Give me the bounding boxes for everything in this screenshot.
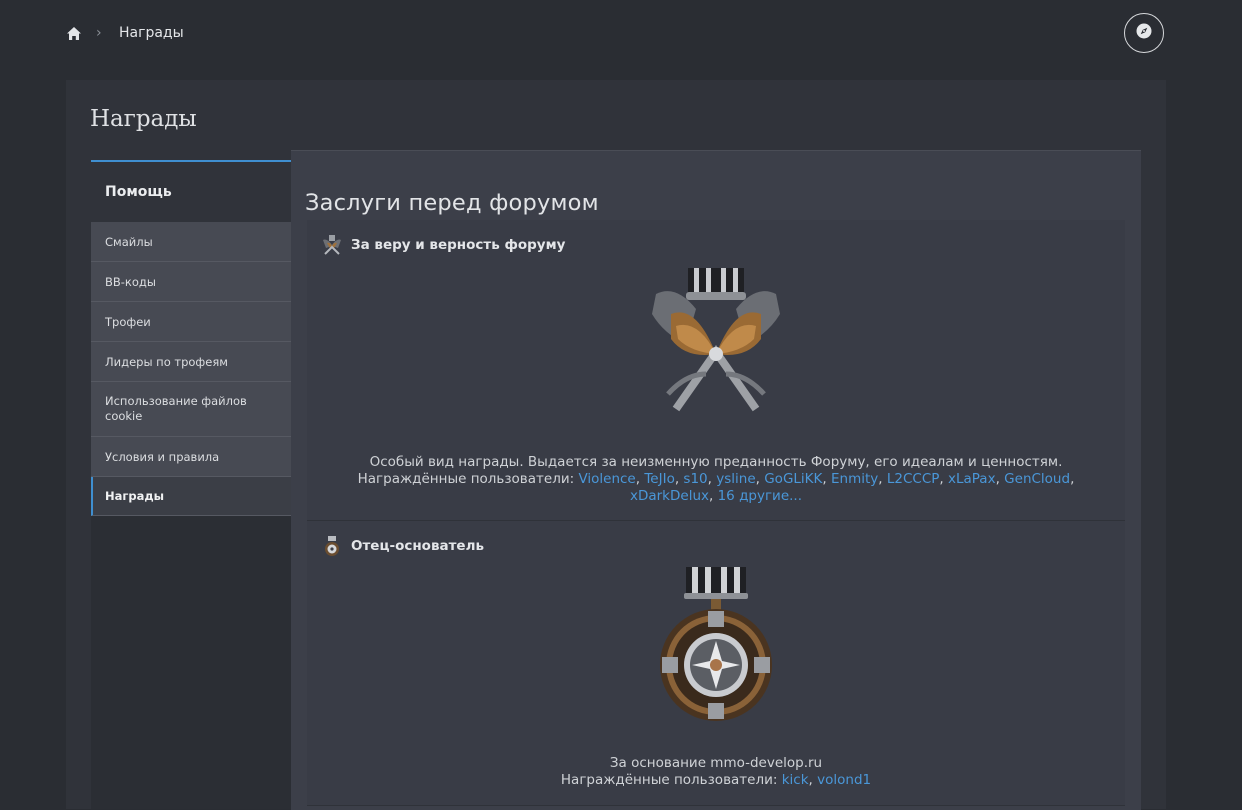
breadcrumb: › Награды <box>0 0 1242 70</box>
sidebar-item-label: Условия и правила <box>105 449 220 464</box>
award-header: За веру и верность форуму <box>321 234 565 256</box>
award-recipients: Награждённые пользователи: kick, volond1 <box>560 772 872 788</box>
recipients-label: Награждённые пользователи: <box>560 772 778 788</box>
sidebar-item-terms[interactable]: Условия и правила <box>91 437 291 477</box>
award-description: За основание mmo-develop.ru <box>609 755 823 771</box>
user-link[interactable]: Enmity <box>831 471 878 487</box>
page-title: Награды <box>90 106 197 132</box>
sidebar-item-smilies[interactable]: Смайлы <box>91 222 291 262</box>
home-icon[interactable] <box>66 26 82 42</box>
user-link[interactable]: volond1 <box>817 772 871 788</box>
sidebar-item-label: BB-коды <box>105 274 156 289</box>
sidebar-item-label: Смайлы <box>105 234 153 249</box>
user-link[interactable]: TeJIo <box>644 471 674 487</box>
sidebar-heading: Помощь <box>91 160 291 222</box>
recipients-label: Награждённые пользователи: <box>357 471 575 487</box>
user-link[interactable]: Violence <box>578 471 635 487</box>
sidebar-item-trophy-leaders[interactable]: Лидеры по трофеям <box>91 342 291 382</box>
compass-icon <box>1135 22 1153 44</box>
user-link[interactable]: kick <box>782 772 809 788</box>
award-recipients: Награждённые пользователи: Violence, TeJ… <box>357 471 1075 487</box>
user-link[interactable]: xLaPax <box>948 471 996 487</box>
award-icon <box>321 234 343 256</box>
user-link[interactable]: GenCloud <box>1004 471 1070 487</box>
user-link[interactable]: s10 <box>683 471 707 487</box>
sidebar-heading-label: Помощь <box>105 184 172 200</box>
user-link[interactable]: GoGLiKK <box>764 471 822 487</box>
award-description-block: Особый вид награды. Выдается за неизменн… <box>307 454 1125 505</box>
more-recipients-link[interactable]: 16 другие... <box>718 488 802 504</box>
category-title: Заслуги перед форумом <box>305 190 599 216</box>
award-description-block: За основание mmo-develop.ru Награждённые… <box>307 755 1125 789</box>
help-sidebar: Помощь Смайлы BB-коды Трофеи Лидеры по т… <box>91 160 291 809</box>
sidebar-item-label: Трофеи <box>105 314 151 329</box>
explore-button[interactable] <box>1124 13 1164 53</box>
user-link[interactable]: xDarkDelux <box>630 488 709 504</box>
award-name: Отец-основатель <box>351 538 485 554</box>
award-icon <box>321 535 343 557</box>
award-item: Отец-основатель За основание mmo-develop… <box>307 521 1125 806</box>
medal-image <box>656 565 776 725</box>
medal-image <box>646 264 786 414</box>
award-header: Отец-основатель <box>321 535 484 557</box>
sidebar-item-trophies[interactable]: Трофеи <box>91 302 291 342</box>
sidebar-item-awards[interactable]: Награды <box>91 477 291 516</box>
breadcrumb-current[interactable]: Награды <box>119 25 184 41</box>
chevron-right-icon: › <box>96 25 102 41</box>
sidebar-item-bbcodes[interactable]: BB-коды <box>91 262 291 302</box>
award-name: За веру и верность форуму <box>351 237 566 253</box>
sidebar-item-label: Использование файлов cookie <box>105 394 247 423</box>
user-link[interactable]: ysline <box>716 471 755 487</box>
sidebar-item-label: Лидеры по трофеям <box>105 354 228 369</box>
user-link[interactable]: L2CCCP <box>887 471 940 487</box>
sidebar-item-label: Награды <box>105 489 165 503</box>
award-item: За веру и верность форуму Особый вид наг… <box>307 220 1125 521</box>
award-description: Особый вид награды. Выдается за неизменн… <box>369 454 1063 470</box>
award-recipients-more: xDarkDelux, 16 другие... <box>629 488 803 504</box>
sidebar-item-cookies[interactable]: Использование файлов cookie <box>91 382 291 437</box>
